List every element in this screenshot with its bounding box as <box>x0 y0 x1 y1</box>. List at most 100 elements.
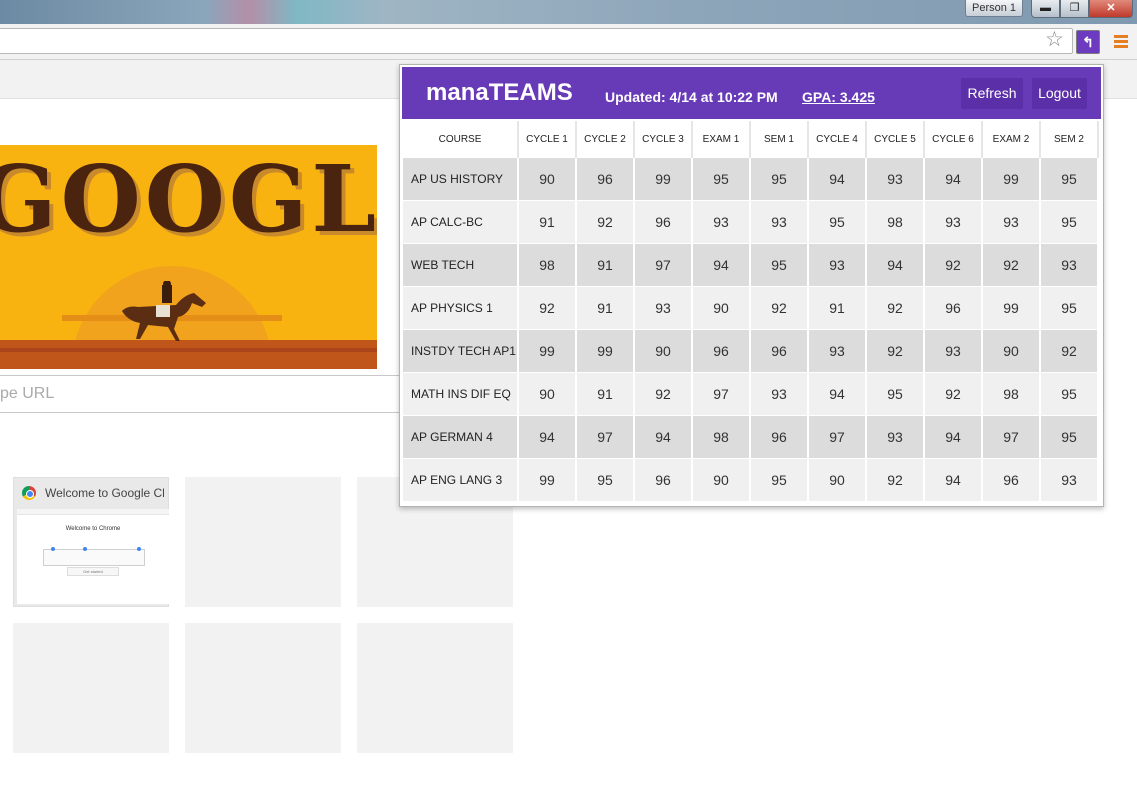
grade-cell[interactable]: 99 <box>983 287 1041 330</box>
grade-cell[interactable]: 93 <box>925 201 983 244</box>
grade-cell[interactable]: 93 <box>1041 244 1099 287</box>
grade-cell[interactable]: 96 <box>983 459 1041 502</box>
course-row[interactable]: WEB TECH 98 91 97 94 95 93 94 92 92 93 <box>403 244 1099 287</box>
gpa-link[interactable]: GPA: 3.425 <box>802 89 875 105</box>
grade-cell[interactable]: 92 <box>577 201 635 244</box>
grade-cell[interactable]: 90 <box>693 287 751 330</box>
grade-cell[interactable]: 99 <box>983 158 1041 201</box>
grade-cell[interactable]: 98 <box>693 416 751 459</box>
grade-cell[interactable]: 96 <box>635 201 693 244</box>
course-name[interactable]: AP US HISTORY <box>403 158 519 201</box>
search-box[interactable]: pe URL <box>0 375 400 413</box>
course-row[interactable]: AP ENG LANG 3 99 95 96 90 95 90 92 94 96 93 <box>403 459 1099 502</box>
grade-cell[interactable]: 99 <box>635 158 693 201</box>
grade-cell[interactable]: 91 <box>577 244 635 287</box>
grade-cell[interactable]: 91 <box>809 287 867 330</box>
most-visited-tile[interactable]: Welcome to Google Chrome Welcome to Chro… <box>13 477 169 607</box>
grade-cell[interactable]: 95 <box>809 201 867 244</box>
course-name[interactable]: AP GERMAN 4 <box>403 416 519 459</box>
grade-cell[interactable]: 92 <box>925 244 983 287</box>
grade-cell[interactable]: 96 <box>635 459 693 502</box>
grade-cell[interactable]: 90 <box>635 330 693 373</box>
grade-cell[interactable]: 93 <box>751 373 809 416</box>
grade-cell[interactable]: 99 <box>519 330 577 373</box>
most-visited-tile-empty[interactable] <box>13 623 169 753</box>
grade-cell[interactable]: 93 <box>693 201 751 244</box>
grade-cell[interactable]: 92 <box>867 330 925 373</box>
grade-cell[interactable]: 94 <box>925 459 983 502</box>
course-name[interactable]: MATH INS DIF EQ <box>403 373 519 416</box>
course-name[interactable]: AP ENG LANG 3 <box>403 459 519 502</box>
grade-cell[interactable]: 92 <box>635 373 693 416</box>
grade-cell[interactable]: 95 <box>1041 201 1099 244</box>
grade-cell[interactable]: 94 <box>809 158 867 201</box>
grade-cell[interactable]: 93 <box>983 201 1041 244</box>
grade-cell[interactable]: 90 <box>519 373 577 416</box>
course-row[interactable]: AP CALC-BC 91 92 96 93 93 95 98 93 93 95 <box>403 201 1099 244</box>
grade-cell[interactable]: 92 <box>867 287 925 330</box>
course-name[interactable]: WEB TECH <box>403 244 519 287</box>
grade-cell[interactable]: 93 <box>867 416 925 459</box>
grade-cell[interactable]: 97 <box>635 244 693 287</box>
grade-cell[interactable]: 91 <box>577 287 635 330</box>
grade-cell[interactable]: 96 <box>925 287 983 330</box>
grade-cell[interactable]: 90 <box>693 459 751 502</box>
most-visited-tile-empty[interactable] <box>185 623 341 753</box>
grade-cell[interactable]: 98 <box>519 244 577 287</box>
grade-cell[interactable]: 95 <box>1041 416 1099 459</box>
grade-cell[interactable]: 95 <box>1041 287 1099 330</box>
grade-cell[interactable]: 95 <box>751 244 809 287</box>
course-row[interactable]: AP US HISTORY 90 96 99 95 95 94 93 94 99 95 <box>403 158 1099 201</box>
grade-cell[interactable]: 97 <box>693 373 751 416</box>
manateams-extension-icon[interactable]: ↰ <box>1076 30 1100 54</box>
grade-cell[interactable]: 98 <box>867 201 925 244</box>
course-row[interactable]: MATH INS DIF EQ 90 91 92 97 93 94 95 92 98 95 <box>403 373 1099 416</box>
grade-cell[interactable]: 94 <box>809 373 867 416</box>
star-icon[interactable]: ☆ <box>1045 28 1064 52</box>
minimize-button[interactable]: ▬ <box>1031 0 1060 18</box>
grade-cell[interactable]: 93 <box>809 244 867 287</box>
grade-cell[interactable]: 93 <box>635 287 693 330</box>
grade-cell[interactable]: 96 <box>751 330 809 373</box>
close-button[interactable]: ✕ <box>1089 0 1133 18</box>
course-row[interactable]: AP GERMAN 4 94 97 94 98 96 97 93 94 97 95 <box>403 416 1099 459</box>
grade-cell[interactable]: 96 <box>693 330 751 373</box>
grade-cell[interactable]: 98 <box>983 373 1041 416</box>
most-visited-tile-empty[interactable] <box>185 477 341 607</box>
grade-cell[interactable]: 97 <box>809 416 867 459</box>
grade-cell[interactable]: 94 <box>867 244 925 287</box>
grade-cell[interactable]: 95 <box>693 158 751 201</box>
logout-button[interactable]: Logout <box>1032 78 1087 109</box>
most-visited-tile-empty[interactable] <box>357 623 513 753</box>
grade-cell[interactable]: 97 <box>577 416 635 459</box>
restore-button[interactable]: ❐ <box>1060 0 1089 18</box>
chrome-menu-icon[interactable] <box>1114 35 1128 50</box>
grade-cell[interactable]: 92 <box>1041 330 1099 373</box>
grade-cell[interactable]: 96 <box>751 416 809 459</box>
grade-cell[interactable]: 91 <box>519 201 577 244</box>
grade-cell[interactable]: 92 <box>925 373 983 416</box>
course-name[interactable]: AP PHYSICS 1 <box>403 287 519 330</box>
grade-cell[interactable]: 93 <box>925 330 983 373</box>
grade-cell[interactable]: 94 <box>925 416 983 459</box>
grade-cell[interactable]: 93 <box>1041 459 1099 502</box>
address-bar[interactable] <box>0 28 1073 54</box>
grade-cell[interactable]: 91 <box>577 373 635 416</box>
grade-cell[interactable]: 94 <box>693 244 751 287</box>
course-row[interactable]: INSTDY TECH AP1 99 99 90 96 96 93 92 93 90 92 <box>403 330 1099 373</box>
grade-cell[interactable]: 93 <box>751 201 809 244</box>
grade-cell[interactable]: 97 <box>983 416 1041 459</box>
course-row[interactable]: AP PHYSICS 1 92 91 93 90 92 91 92 96 99 95 <box>403 287 1099 330</box>
grade-cell[interactable]: 92 <box>751 287 809 330</box>
google-doodle[interactable]: GOOGLE <box>0 145 377 369</box>
refresh-button[interactable]: Refresh <box>961 78 1023 109</box>
grade-cell[interactable]: 93 <box>809 330 867 373</box>
grade-cell[interactable]: 95 <box>751 158 809 201</box>
grade-cell[interactable]: 90 <box>519 158 577 201</box>
grade-cell[interactable]: 96 <box>577 158 635 201</box>
grade-cell[interactable]: 95 <box>1041 373 1099 416</box>
grade-cell[interactable]: 94 <box>519 416 577 459</box>
grade-cell[interactable]: 92 <box>983 244 1041 287</box>
grade-cell[interactable]: 94 <box>635 416 693 459</box>
course-name[interactable]: AP CALC-BC <box>403 201 519 244</box>
